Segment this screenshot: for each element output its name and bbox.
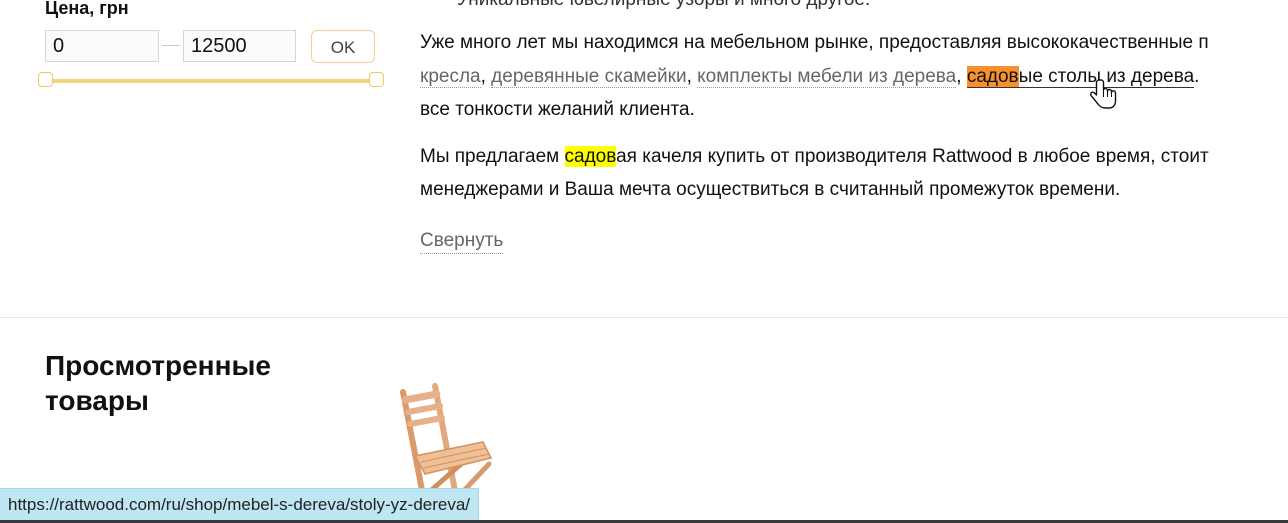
collapse-link[interactable]: Свернуть <box>420 229 504 254</box>
price-filter-title: Цена, грн <box>45 0 129 18</box>
search-highlight-active: садов <box>966 66 1019 87</box>
price-min-input[interactable] <box>45 30 159 62</box>
price-filter: Цена, грн OK <box>38 0 390 100</box>
price-range-dash <box>162 45 180 46</box>
price-slider-max-handle[interactable] <box>369 72 384 87</box>
description-paragraph-1-line-1: Уже много лет мы находимся на мебельном … <box>420 32 1209 53</box>
separator: , <box>956 66 967 87</box>
section-divider <box>0 317 1288 318</box>
link-armchairs[interactable]: кресла <box>420 67 481 88</box>
price-max-input[interactable] <box>183 30 296 62</box>
description-cut-line: Уникальные ювелирные узоры и много друго… <box>457 0 870 16</box>
price-slider-track[interactable] <box>47 79 377 83</box>
paragraph-2-rest: ая качеля купить от производителя Rattwo… <box>616 146 1209 167</box>
price-ok-button[interactable]: OK <box>311 30 375 63</box>
description-paragraph-2-line-1: Мы предлагаем садовая качеля купить от п… <box>420 141 1209 173</box>
sentence-end: . <box>1194 66 1200 87</box>
description-paragraph-1-line-3: все тонкости желаний клиента. <box>420 99 695 120</box>
viewed-products-title: Просмотренные товары <box>45 350 271 416</box>
link-garden-wooden-tables[interactable]: садовые столы из дерева <box>966 66 1195 88</box>
search-highlight: садов <box>564 146 617 167</box>
paragraph-2-start: Мы предлагаем <box>420 146 565 167</box>
separator: , <box>686 66 698 87</box>
status-bar-url: https://rattwood.com/ru/shop/mebel-s-der… <box>0 488 480 522</box>
link-wooden-furniture-sets[interactable]: комплекты мебели из дерева <box>697 67 957 88</box>
description-paragraph-1-line-2: кресла, деревянные скамейки, комплекты м… <box>420 61 1199 93</box>
link-garden-wooden-tables-rest: ые столы из дерева <box>1018 66 1195 87</box>
description-paragraph-2-line-2: менеджерами и Ваша мечта осуществиться в… <box>420 179 1121 200</box>
separator: , <box>480 66 492 87</box>
link-wooden-benches[interactable]: деревянные скамейки <box>491 67 687 88</box>
price-slider-min-handle[interactable] <box>38 72 53 87</box>
